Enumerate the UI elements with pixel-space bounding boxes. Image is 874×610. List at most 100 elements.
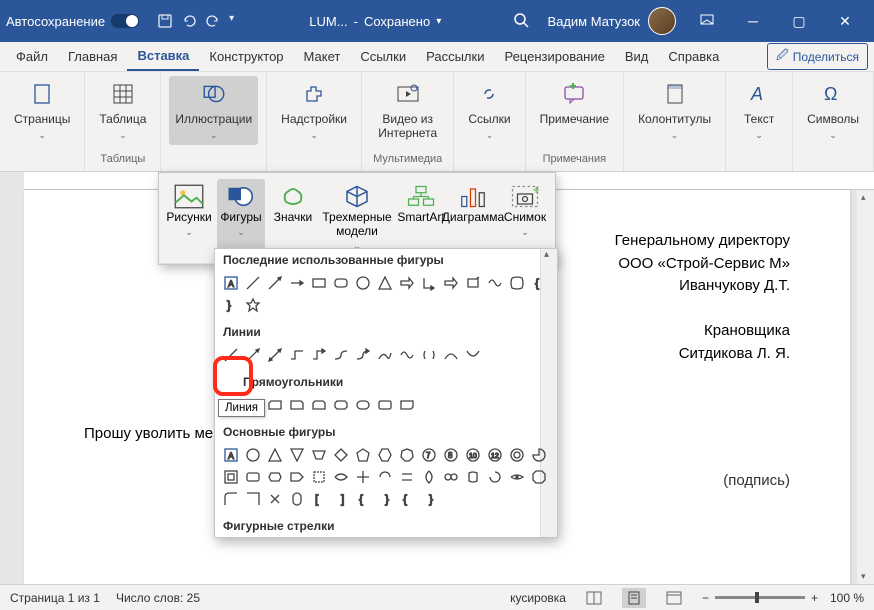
tab-help[interactable]: Справка (658, 42, 729, 71)
online-video-button[interactable]: Видео из Интернета (370, 76, 445, 145)
shape-item[interactable] (529, 467, 549, 487)
shape-item[interactable] (309, 345, 329, 365)
shape-item[interactable] (331, 273, 351, 293)
tab-design[interactable]: Конструктор (199, 42, 293, 71)
shape-item[interactable] (265, 489, 285, 509)
zoom-in-icon[interactable]: + (811, 591, 818, 605)
shape-item[interactable] (331, 395, 351, 415)
shape-item[interactable] (353, 445, 373, 465)
shape-item[interactable] (265, 445, 285, 465)
3dmodels-button[interactable]: Трехмерные модели⌄ (321, 179, 393, 255)
shape-item[interactable] (221, 345, 241, 365)
user-account[interactable]: Вадим Матузок (547, 7, 676, 35)
shape-item[interactable] (441, 273, 461, 293)
tab-insert[interactable]: Вставка (127, 42, 199, 71)
shape-item[interactable]: } (419, 489, 439, 509)
shape-item[interactable] (397, 273, 417, 293)
shape-item[interactable] (507, 467, 527, 487)
shape-item[interactable]: 8 (441, 445, 461, 465)
view-print-icon[interactable] (622, 588, 646, 608)
shape-item[interactable] (353, 345, 373, 365)
shape-item[interactable] (265, 345, 285, 365)
shape-item[interactable]: } (375, 489, 395, 509)
shape-item[interactable]: A (221, 445, 241, 465)
shape-item[interactable] (265, 395, 285, 415)
shape-item[interactable] (309, 273, 329, 293)
shape-item[interactable] (287, 273, 307, 293)
shape-item[interactable] (309, 467, 329, 487)
shape-item[interactable]: { (353, 489, 373, 509)
shape-item[interactable] (529, 445, 549, 465)
shape-item[interactable] (419, 345, 439, 365)
redo-icon[interactable] (205, 13, 221, 29)
shape-item[interactable] (441, 467, 461, 487)
shapes-button[interactable]: Фигуры⌄ (217, 179, 265, 255)
shape-item[interactable] (243, 489, 263, 509)
shape-item[interactable] (463, 273, 483, 293)
shape-item[interactable] (243, 467, 263, 487)
tab-layout[interactable]: Макет (294, 42, 351, 71)
qat-more-icon[interactable]: ▾ (229, 13, 245, 29)
shape-item[interactable] (331, 345, 351, 365)
shape-item[interactable]: 12 (485, 445, 505, 465)
shape-item[interactable] (397, 345, 417, 365)
zoom-control[interactable]: − + 100 % (702, 591, 864, 605)
shape-item[interactable]: 7 (419, 445, 439, 465)
shape-item[interactable]: A (221, 273, 241, 293)
tab-review[interactable]: Рецензирование (494, 42, 614, 71)
shape-item[interactable] (441, 345, 461, 365)
status-page[interactable]: Страница 1 из 1 (10, 591, 100, 605)
shape-item[interactable] (507, 273, 527, 293)
shape-item[interactable] (463, 345, 483, 365)
shape-item[interactable] (397, 467, 417, 487)
tab-view[interactable]: Вид (615, 42, 659, 71)
search-icon[interactable] (513, 12, 529, 31)
shape-item[interactable] (507, 445, 527, 465)
view-web-icon[interactable] (662, 588, 686, 608)
shape-item[interactable] (287, 395, 307, 415)
shape-item[interactable] (221, 489, 241, 509)
zoom-value[interactable]: 100 % (830, 591, 864, 605)
shape-item[interactable] (375, 467, 395, 487)
share-button[interactable]: 🖉Поделиться (767, 43, 868, 70)
shape-item[interactable] (375, 395, 395, 415)
tab-file[interactable]: Файл (6, 42, 58, 71)
shape-item[interactable] (375, 345, 395, 365)
screenshot-button[interactable]: +Снимок⌄ (501, 179, 549, 255)
chart-button[interactable]: Диаграмма (449, 179, 497, 255)
shape-item[interactable] (375, 445, 395, 465)
shape-item[interactable] (353, 467, 373, 487)
tab-references[interactable]: Ссылки (350, 42, 416, 71)
shape-item[interactable] (309, 395, 329, 415)
icons-button[interactable]: Значки (269, 179, 317, 255)
pages-button[interactable]: Страницы⌄ (8, 76, 76, 145)
ribbon-options-icon[interactable] (684, 6, 730, 36)
minimize-button[interactable]: ─ (730, 6, 776, 36)
save-icon[interactable] (157, 13, 173, 29)
zoom-out-icon[interactable]: − (702, 591, 709, 605)
shape-item[interactable] (331, 445, 351, 465)
shape-item[interactable] (243, 345, 263, 365)
autosave-toggle[interactable]: Автосохранение (6, 14, 139, 29)
pictures-button[interactable]: Рисунки⌄ (165, 179, 213, 255)
shape-item[interactable]: ] (331, 489, 351, 509)
maximize-button[interactable]: ▢ (776, 6, 822, 36)
table-button[interactable]: Таблица⌄ (93, 76, 152, 145)
tab-home[interactable]: Главная (58, 42, 127, 71)
smartart-button[interactable]: SmartArt (397, 179, 445, 255)
status-focus[interactable]: кусировка (510, 591, 566, 605)
shape-item[interactable] (419, 273, 439, 293)
shape-item[interactable] (485, 273, 505, 293)
shape-item[interactable] (287, 445, 307, 465)
shape-item[interactable]: { (529, 273, 549, 293)
illustrations-button[interactable]: Иллюстрации⌄ (169, 76, 258, 145)
tab-mailings[interactable]: Рассылки (416, 42, 494, 71)
symbols-button[interactable]: ΩСимволы⌄ (801, 76, 865, 145)
shape-item[interactable] (353, 273, 373, 293)
shape-item[interactable] (287, 467, 307, 487)
zoom-slider[interactable] (715, 596, 805, 599)
shape-item[interactable] (287, 345, 307, 365)
status-words[interactable]: Число слов: 25 (116, 591, 200, 605)
shape-item[interactable] (265, 273, 285, 293)
links-button[interactable]: Ссылки⌄ (462, 76, 516, 145)
